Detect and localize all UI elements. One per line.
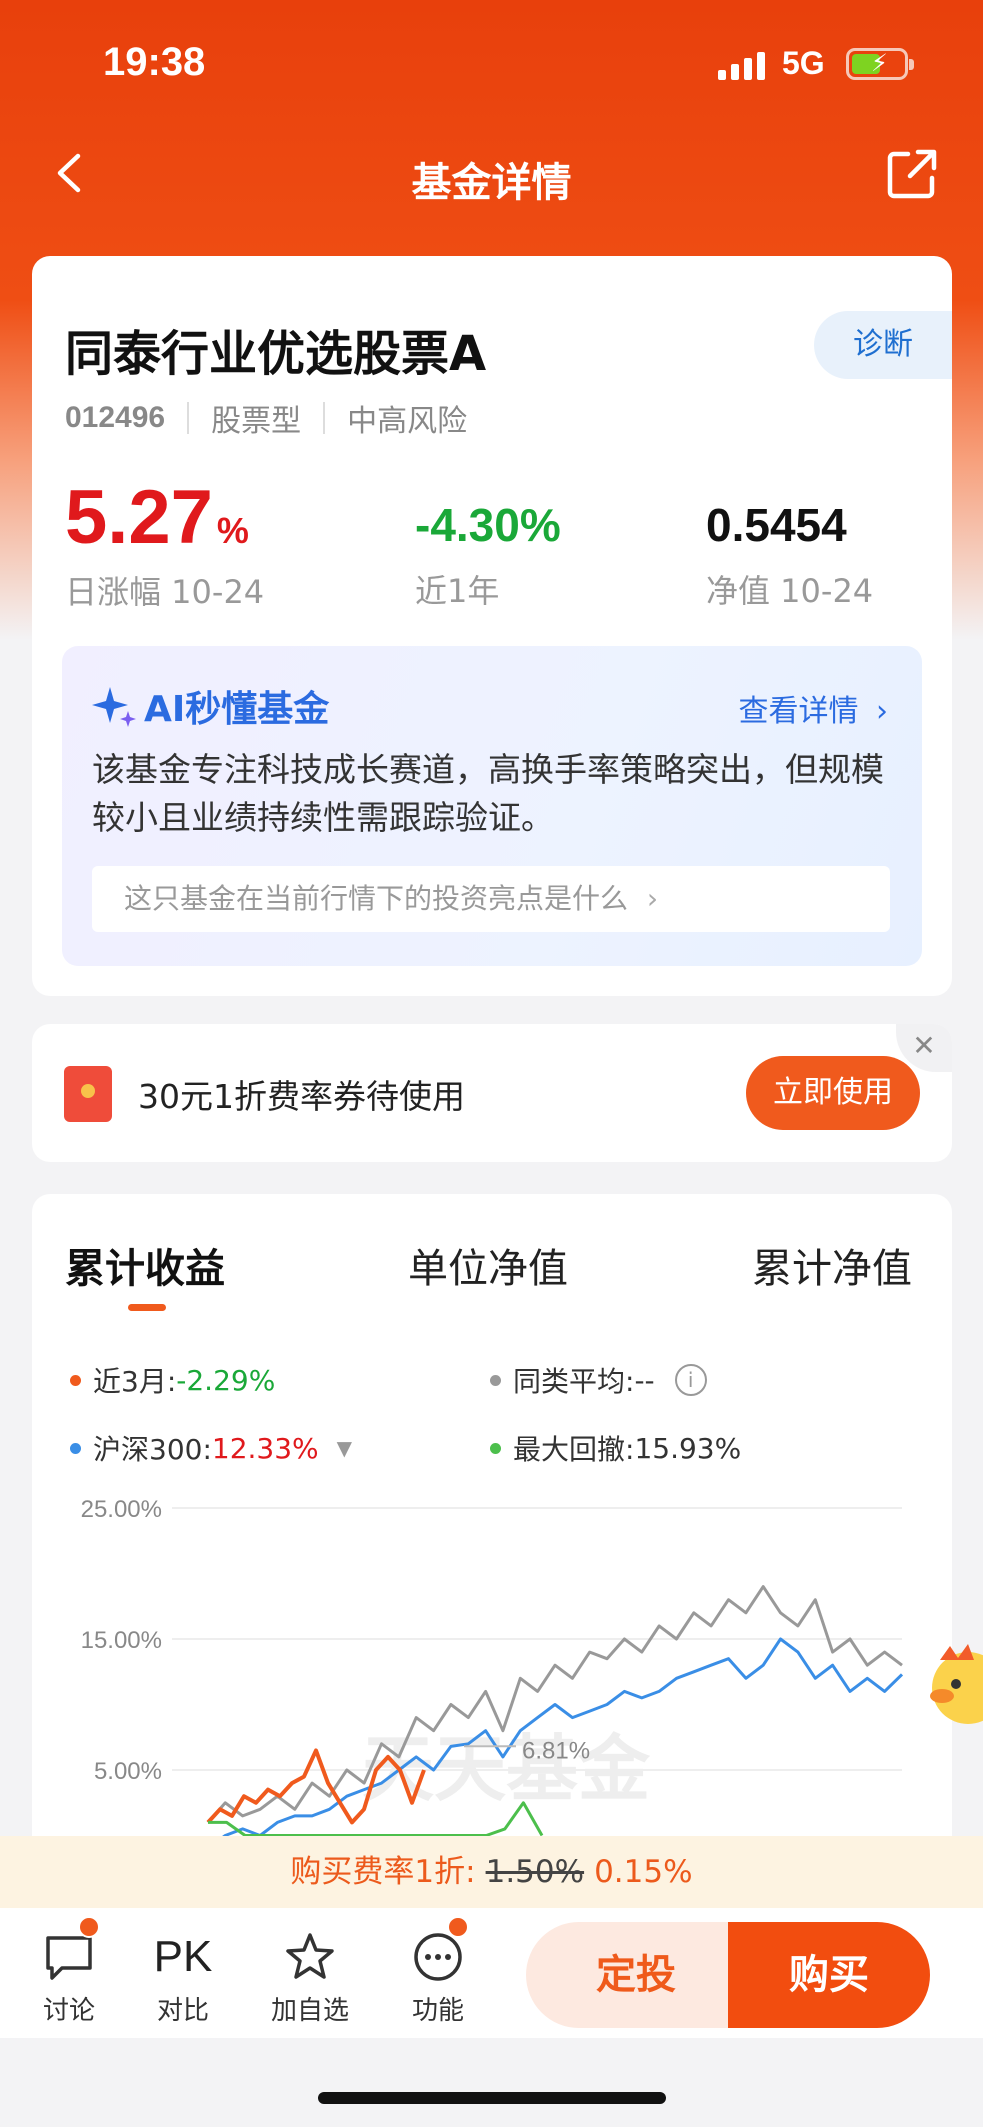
divider bbox=[187, 402, 190, 434]
chart-annotation: 6.81% bbox=[522, 1737, 590, 1764]
navigation-bar: 基金详情 bbox=[0, 130, 983, 220]
y-tick-label: 15.00% bbox=[81, 1627, 162, 1654]
dropdown-triangle-icon: ▼ bbox=[336, 1436, 353, 1460]
legend-peer-label: 同类平均: bbox=[513, 1365, 635, 1398]
fund-meta: 012496 股票型 中高风险 bbox=[65, 396, 467, 440]
daily-change-value: 5.27 bbox=[65, 475, 213, 560]
legend-near3m-value: -2.29% bbox=[176, 1363, 276, 1397]
legend-near3m: 近3月: -2.29% bbox=[70, 1360, 275, 1400]
fund-code: 012496 bbox=[65, 401, 166, 434]
ai-more-link[interactable]: 查看详情 › bbox=[738, 686, 888, 730]
legend-near3m-label: 近3月: bbox=[93, 1365, 177, 1398]
one-year-value: -4.30% bbox=[415, 499, 561, 551]
pk-icon: PK bbox=[153, 1932, 213, 1981]
bottom-toolbar: 讨论 PK 对比 加自选 功能 定投 购买 bbox=[0, 1908, 983, 2038]
ai-question-text: 这只基金在当前行情下的投资亮点是什么 bbox=[124, 882, 629, 915]
info-icon[interactable]: i bbox=[674, 1364, 707, 1396]
mascot-icon[interactable] bbox=[920, 1640, 983, 1730]
daily-change-label: 日涨幅 10-24 bbox=[65, 573, 265, 611]
fee-discount-bar: 购买费率1折: 1.50% 0.15% bbox=[0, 1836, 983, 1908]
ai-question-prompt[interactable]: 这只基金在当前行情下的投资亮点是什么 › bbox=[92, 866, 890, 932]
y-tick-label: 25.00% bbox=[81, 1496, 162, 1523]
compare-button[interactable]: PK 对比 bbox=[138, 1930, 228, 2027]
return-chart[interactable]: 天天基金25.00%15.00%5.00%6.81% bbox=[32, 1494, 952, 1894]
use-coupon-button[interactable]: 立即使用 bbox=[746, 1056, 920, 1130]
one-year-stat: -4.30% 近1年 bbox=[415, 491, 561, 612]
active-tab-indicator bbox=[128, 1304, 166, 1311]
legend-drawdown: 最大回撤: 15.93% bbox=[490, 1428, 741, 1468]
nav-stat: 0.5454 净值 10-24 bbox=[706, 491, 873, 612]
legend-hs300[interactable]: 沪深300: 12.33% ▼ bbox=[70, 1428, 352, 1468]
home-indicator-area bbox=[0, 2038, 983, 2127]
chat-icon bbox=[46, 1936, 92, 1980]
legend-dot bbox=[490, 1442, 501, 1454]
ai-title-text: AI秒懂基金 bbox=[144, 689, 330, 730]
status-time: 19:38 bbox=[103, 40, 206, 84]
diagnose-button[interactable]: 诊断 bbox=[814, 311, 952, 379]
y-tick-label: 5.00% bbox=[94, 1758, 162, 1785]
legend-peer: 同类平均: -- i bbox=[490, 1360, 707, 1400]
fund-type: 股票型 bbox=[211, 404, 302, 439]
ai-summary-box: AI秒懂基金 查看详情 › 该基金专注科技成长赛道，高换手率策略突出，但规模较小… bbox=[62, 646, 922, 966]
fee-prefix: 购买费率1折: bbox=[290, 1854, 476, 1890]
chart-tabs: 累计收益 单位净值 累计净值 bbox=[32, 1236, 952, 1296]
tab-cumulative-return[interactable]: 累计收益 bbox=[65, 1236, 225, 1294]
add-watchlist-button[interactable]: 加自选 bbox=[265, 1930, 355, 2027]
more-icon bbox=[414, 1933, 462, 1981]
fund-info-card: 同泰行业优选股票A 诊断 012496 股票型 中高风险 5.27 % 日涨幅 … bbox=[32, 256, 952, 996]
legend-hs300-label: 沪深300: bbox=[93, 1433, 212, 1466]
discuss-button[interactable]: 讨论 bbox=[24, 1930, 114, 2027]
share-icon[interactable] bbox=[884, 146, 940, 202]
ai-summary-text: 该基金专注科技成长赛道，高换手率策略突出，但规模较小且业绩持续性需跟踪验证。 bbox=[92, 750, 884, 837]
status-bar: 19:38 5G ⚡ bbox=[0, 0, 983, 130]
legend-dot bbox=[70, 1442, 81, 1454]
fund-name: 同泰行业优选股票A bbox=[65, 326, 487, 382]
legend-drawdown-label: 最大回撤: bbox=[513, 1433, 635, 1466]
functions-label: 功能 bbox=[411, 1996, 464, 2026]
buy-button[interactable]: 购买 bbox=[728, 1922, 930, 2028]
chevron-right-icon: › bbox=[876, 694, 888, 729]
notification-badge bbox=[78, 1916, 100, 1938]
page-title: 基金详情 bbox=[411, 160, 572, 206]
tab-unit-nav[interactable]: 单位净值 bbox=[408, 1236, 568, 1294]
ai-title: AI秒懂基金 bbox=[92, 680, 329, 732]
star-icon bbox=[286, 1933, 334, 1979]
functions-button[interactable]: 功能 bbox=[393, 1930, 483, 2027]
coupon-text: 30元1折费率券待使用 bbox=[138, 1077, 465, 1116]
nav-label: 净值 10-24 bbox=[706, 572, 874, 610]
legend-dot bbox=[490, 1374, 501, 1386]
coupon-card: 30元1折费率券待使用 立即使用 ✕ bbox=[32, 1024, 952, 1162]
battery-icon: ⚡ bbox=[846, 48, 914, 80]
daily-change-stat: 5.27 % 日涨幅 10-24 bbox=[65, 474, 264, 613]
add-watchlist-label: 加自选 bbox=[270, 1996, 349, 2026]
one-year-label: 近1年 bbox=[415, 572, 500, 610]
legend-peer-value: -- bbox=[634, 1363, 655, 1397]
legend-drawdown-value: 15.93% bbox=[634, 1431, 742, 1465]
signal-icon bbox=[718, 50, 765, 80]
notification-badge bbox=[447, 1916, 469, 1938]
red-packet-icon bbox=[64, 1066, 112, 1122]
sparkle-icon bbox=[92, 687, 136, 727]
fund-risk: 中高风险 bbox=[347, 404, 468, 439]
auto-invest-button[interactable]: 定投 bbox=[526, 1922, 746, 2028]
legend-hs300-value: 12.33% bbox=[211, 1431, 319, 1465]
fee-old-rate: 1.50% bbox=[485, 1854, 585, 1890]
chevron-right-icon: › bbox=[646, 882, 659, 915]
divider bbox=[323, 402, 326, 434]
discuss-label: 讨论 bbox=[42, 1996, 95, 2026]
compare-label: 对比 bbox=[156, 1996, 209, 2026]
daily-change-unit: % bbox=[216, 510, 249, 551]
fee-new-rate: 0.15% bbox=[594, 1854, 693, 1890]
ai-more-text: 查看详情 bbox=[738, 694, 859, 729]
home-indicator bbox=[318, 2092, 666, 2104]
legend-dot bbox=[70, 1374, 81, 1386]
nav-value: 0.5454 bbox=[706, 499, 847, 551]
network-label: 5G bbox=[782, 45, 825, 81]
tab-accumulated-nav[interactable]: 累计净值 bbox=[752, 1236, 912, 1294]
